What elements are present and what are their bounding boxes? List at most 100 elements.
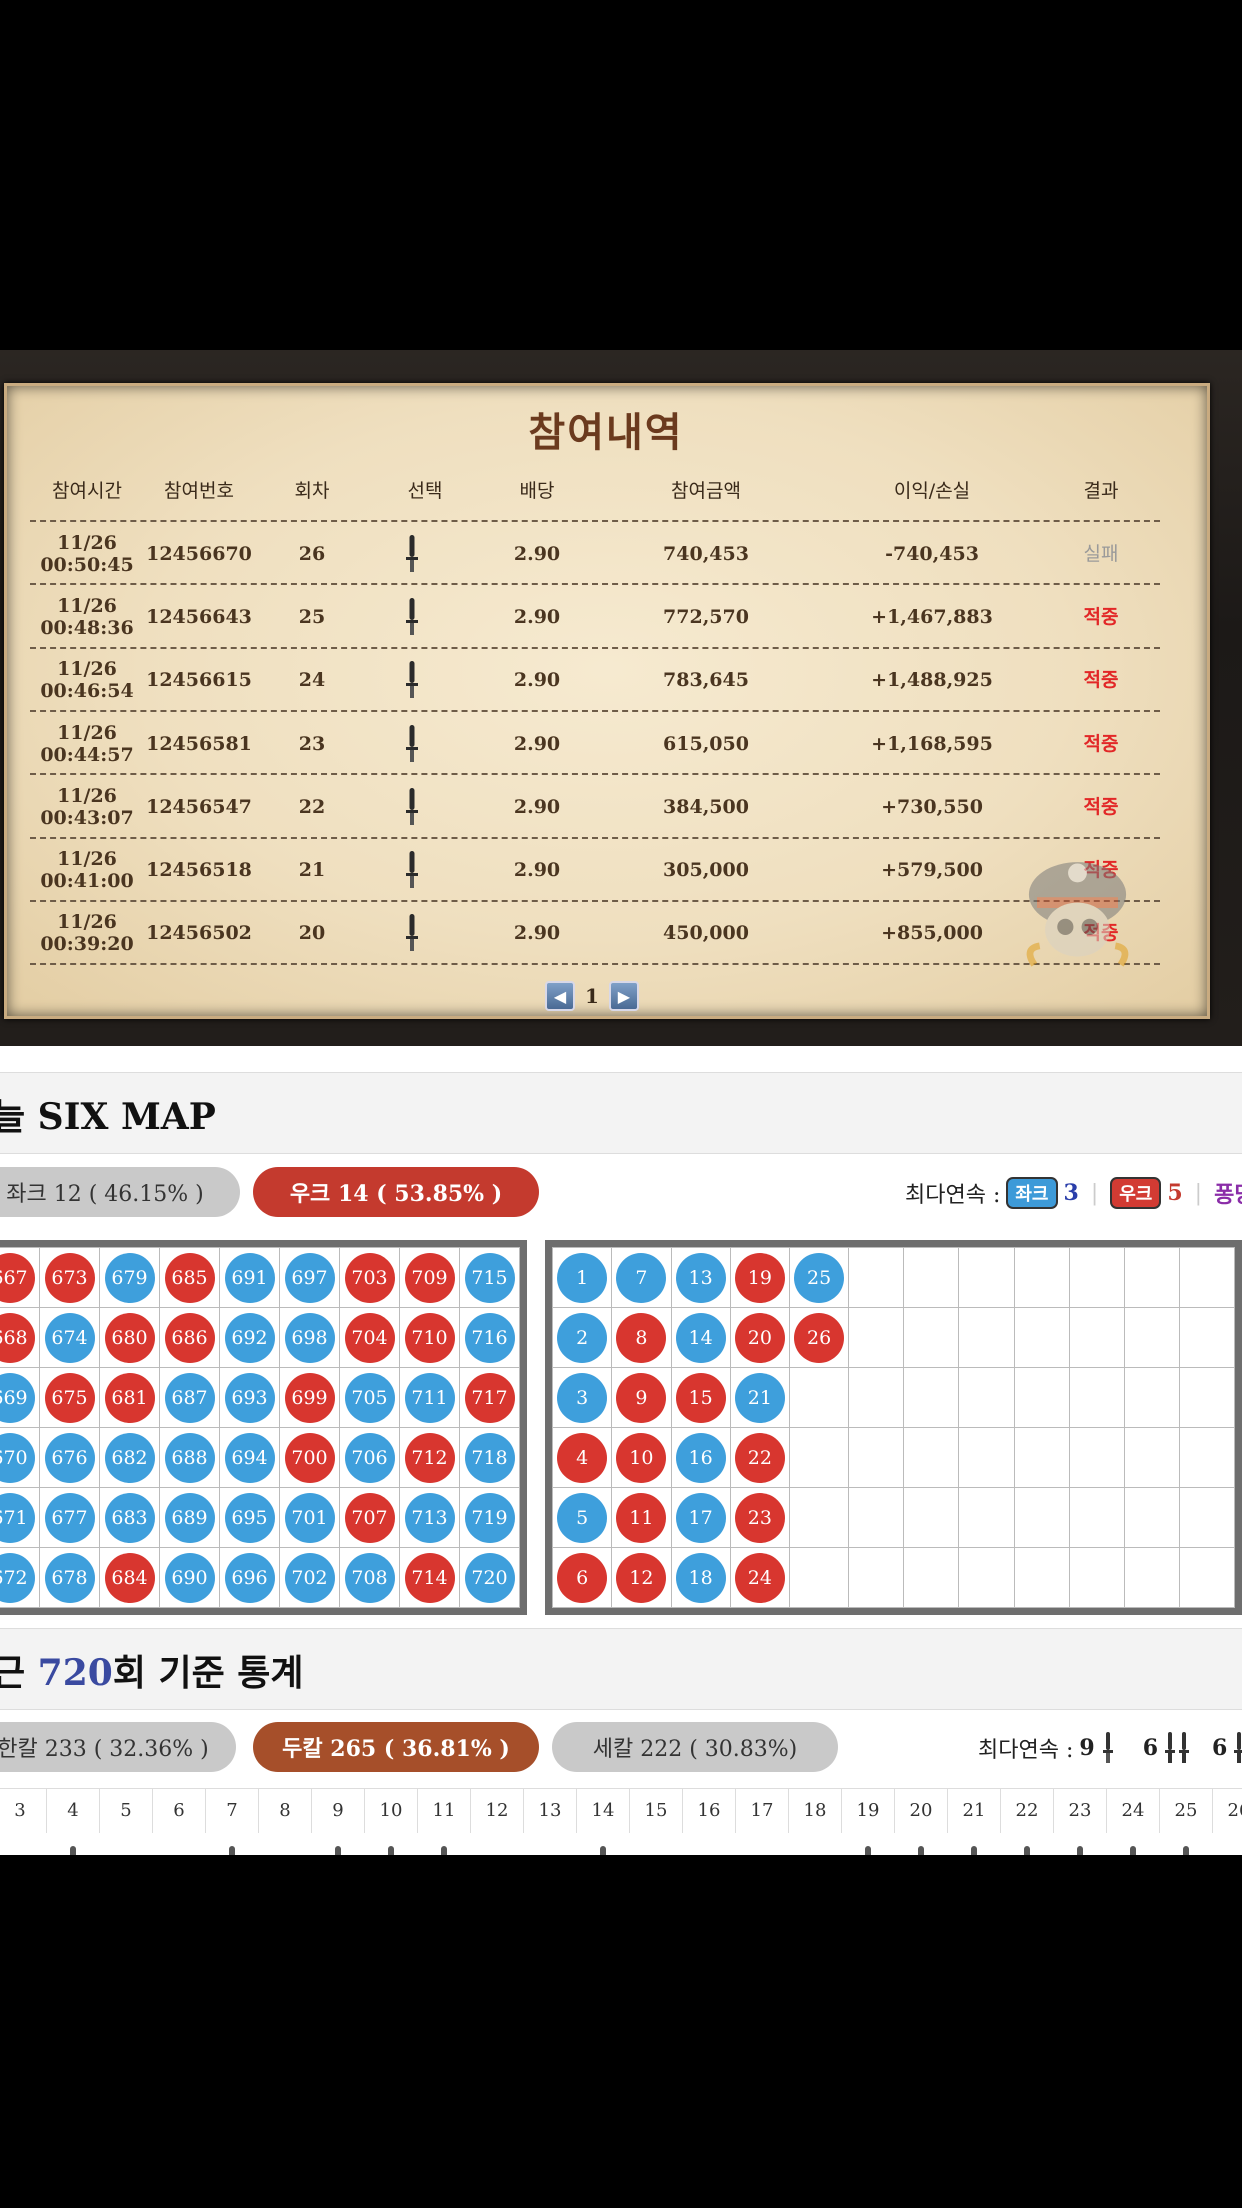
round-ball-red: 699 <box>284 1372 335 1423</box>
round-ball-red: 26 <box>794 1312 845 1363</box>
knife-mark-icon <box>70 1846 76 1855</box>
grid-cell: 9 <box>611 1367 672 1428</box>
grid-cell: 705 <box>339 1367 400 1428</box>
grid-cell <box>958 1427 1015 1488</box>
round-tick-label: 8 <box>259 1788 312 1833</box>
grid-cell <box>788 1547 850 1608</box>
grid-cell: 690 <box>159 1547 220 1608</box>
grid-cell: 24 <box>729 1547 791 1608</box>
knife-mark-icon <box>600 1846 606 1855</box>
grid-cell: 680 <box>99 1307 160 1368</box>
round-ball-red: 19 <box>734 1252 785 1303</box>
row-amount: 450,000 <box>663 922 749 945</box>
round-tick-label: 14 <box>577 1788 630 1833</box>
grid-cell <box>903 1487 960 1548</box>
grid-cell: 679 <box>99 1247 160 1308</box>
round-ball-red: 668 <box>0 1312 35 1363</box>
row-time: 00:43:07 <box>40 806 134 829</box>
row-datetime: 11/26 00:41:00 <box>40 848 133 892</box>
grid-cell: 669 <box>0 1367 40 1428</box>
arrow-left-icon[interactable]: ◀ <box>545 981 575 1011</box>
round-ball-red: 680 <box>104 1312 155 1363</box>
grid-cell: 682 <box>99 1427 160 1488</box>
grid-cell: 21 <box>729 1367 791 1428</box>
round-tick-label: 9 <box>312 1788 365 1833</box>
round-ball-blue: 691 <box>224 1252 275 1303</box>
grid-cell: 668 <box>0 1307 40 1368</box>
row-date: 11/26 <box>57 848 117 871</box>
round-ball-red: 675 <box>44 1372 95 1423</box>
grid-cell <box>1013 1367 1070 1428</box>
grid-cell: 1 <box>551 1247 613 1308</box>
grid-cell <box>788 1427 850 1488</box>
knife-mark-icon <box>441 1846 447 1855</box>
row-odds: 2.90 <box>513 542 561 565</box>
round-ball-red: 24 <box>734 1552 785 1603</box>
knife-icon <box>406 534 418 572</box>
pirate-skull-icon <box>1026 862 1129 967</box>
grid-cell: 22 <box>729 1427 791 1488</box>
grid-cell: 14 <box>670 1307 731 1368</box>
row-datetime: 11/26 00:44:57 <box>40 722 133 766</box>
row-amount: 305,000 <box>663 859 749 882</box>
grid-cell: 719 <box>459 1487 520 1548</box>
round-ball-red: 717 <box>464 1372 515 1423</box>
round-ball-red: 4 <box>557 1432 608 1483</box>
row-datetime: 11/26 00:39:20 <box>40 911 133 955</box>
grid-cell <box>903 1307 960 1368</box>
one-knife-streak-value: 9 <box>1079 1735 1095 1761</box>
three-knife-streak-value: 6 <box>1212 1735 1228 1761</box>
stats-title-prefix: 근 <box>0 1652 26 1694</box>
grid-cell <box>848 1487 905 1548</box>
round-ball-blue: 1 <box>557 1252 608 1303</box>
row-odds: 2.90 <box>513 859 561 882</box>
round-ball-blue: 696 <box>224 1552 275 1603</box>
row-time: 00:48:36 <box>40 616 134 639</box>
stats-title-number: 720 <box>37 1652 113 1694</box>
round-ball-blue: 682 <box>104 1432 155 1483</box>
round-ball-red: 15 <box>675 1372 726 1423</box>
grid-cell: 6 <box>551 1547 613 1608</box>
arrow-right-icon[interactable]: ▶ <box>608 981 639 1011</box>
grid-cell <box>848 1367 905 1428</box>
round-ball-blue: 694 <box>224 1432 275 1483</box>
round-ball-blue: 701 <box>284 1492 335 1543</box>
history-column-header: 참여번호 <box>164 480 234 502</box>
round-ball-blue: 683 <box>104 1492 155 1543</box>
knife-mark-icon <box>1077 1846 1083 1855</box>
alternate-streak-label: 퐁당 : <box>1214 1182 1242 1208</box>
grid-cell <box>1178 1247 1236 1308</box>
round-ball-red: 667 <box>0 1252 35 1303</box>
row-bet-id: 12456581 <box>146 732 252 755</box>
round-ball-blue: 679 <box>104 1252 155 1303</box>
left-streak-value: 3 <box>1063 1180 1079 1206</box>
knife-icon <box>406 661 418 699</box>
six-map-streak: 최다연속 : 좌크 3 | 우크 5 | 퐁당 : <box>905 1177 1242 1209</box>
grid-cell: 678 <box>39 1547 100 1608</box>
round-ball-blue: 7 <box>616 1252 667 1303</box>
row-date: 11/26 <box>57 531 117 554</box>
row-divider <box>30 899 1160 902</box>
grid-cell: 694 <box>219 1427 280 1488</box>
grid-cell: 675 <box>39 1367 100 1428</box>
three-knife-pill: 세칼 222 ( 30.83%) <box>552 1722 838 1772</box>
knife-mark-icon <box>1024 1846 1030 1855</box>
current-rounds-grid: 1 7 13 19 25 2 8 14 20 26 3 9 15 21 4 10 16 22 5 11 17 23 6 12 1… <box>545 1240 1242 1615</box>
row-divider <box>30 709 1160 712</box>
two-knife-streak-value: 6 <box>1142 1735 1158 1761</box>
round-ball-blue: 3 <box>557 1372 608 1423</box>
round-ball-blue: 690 <box>164 1552 215 1603</box>
round-ball-blue: 708 <box>344 1552 395 1603</box>
grid-cell: 720 <box>459 1547 520 1608</box>
row-datetime: 11/26 00:50:45 <box>40 532 133 576</box>
round-ball-red: 681 <box>104 1372 155 1423</box>
row-odds: 2.90 <box>513 669 561 692</box>
grid-cell: 714 <box>399 1547 460 1608</box>
knife-icon <box>406 914 418 952</box>
round-tick-label: 3 <box>0 1788 47 1833</box>
round-tick-label: 20 <box>895 1788 948 1833</box>
grid-cell <box>903 1547 960 1608</box>
round-tick-label: 10 <box>365 1788 418 1833</box>
round-ball-blue: 716 <box>464 1312 515 1363</box>
row-round: 25 <box>298 605 326 628</box>
